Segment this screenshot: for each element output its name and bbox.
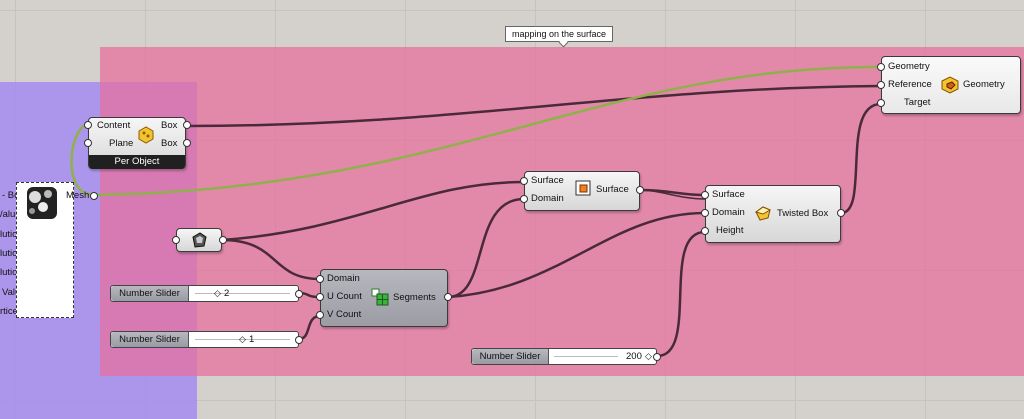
surface-output[interactable]: Surface <box>596 184 629 196</box>
height-slider-grip[interactable] <box>653 353 661 361</box>
per-object-component[interactable]: Content Plane Box Box Per Object <box>88 117 186 169</box>
v-count-slider-grip[interactable] <box>295 336 303 344</box>
target-input-grip[interactable] <box>877 99 885 107</box>
geometry-param-icon <box>192 232 207 248</box>
v-count-input[interactable]: V Count <box>327 309 361 321</box>
mesh-output-grip[interactable] <box>90 192 98 200</box>
wire-twisted-to-target <box>840 102 882 215</box>
surface-icon <box>575 180 591 196</box>
twisted-surface-grip[interactable] <box>701 191 709 199</box>
per-object-label: Per Object <box>89 155 185 169</box>
morph-geometry-output[interactable]: Geometry <box>963 79 1005 91</box>
box-morph-icon <box>941 76 959 94</box>
geometry-param-output-grip[interactable] <box>219 236 227 244</box>
u-count-slider[interactable]: Number Slider ◇ 2 <box>110 285 299 302</box>
domain-input-grip[interactable] <box>520 195 528 203</box>
box-output-1-grip[interactable] <box>183 121 191 129</box>
slider-handle-icon[interactable]: ◇ <box>645 349 652 364</box>
target-input[interactable]: Target <box>904 97 930 109</box>
reference-input-grip[interactable] <box>877 81 885 89</box>
twisted-domain-grip[interactable] <box>701 209 709 217</box>
height-grip[interactable] <box>701 227 709 235</box>
plane-input-grip[interactable] <box>84 139 92 147</box>
wire-slider3-to-height <box>656 230 706 358</box>
slider-handle-icon[interactable]: ◇ <box>239 332 246 347</box>
wire-segments-to-surface-domain <box>447 197 525 299</box>
twisted-box-icon <box>754 206 772 221</box>
v-count-slider[interactable]: Number Slider ◇ 1 <box>110 331 299 348</box>
segments-icon <box>371 288 389 306</box>
u-count-grip[interactable] <box>316 293 324 301</box>
wire-geometry-to-segments <box>221 238 321 281</box>
slider-value: 2 <box>224 288 230 299</box>
reference-input[interactable]: Reference <box>888 79 932 91</box>
surface-component[interactable]: Surface Domain Surface <box>524 171 640 211</box>
twisted-surface-input[interactable]: Surface <box>712 189 745 201</box>
slider-label: Number Slider <box>111 286 189 301</box>
height-slider[interactable]: Number Slider 200 ◇ <box>471 348 657 365</box>
plane-input[interactable]: Plane <box>109 138 133 150</box>
mesh-output[interactable]: Mesh <box>66 190 89 202</box>
segments-output[interactable]: Segments <box>393 292 436 304</box>
slider-handle-icon[interactable]: ◇ <box>214 286 221 301</box>
v-count-grip[interactable] <box>316 311 324 319</box>
content-input-grip[interactable] <box>84 121 92 129</box>
surface-output-grip[interactable] <box>636 186 644 194</box>
content-input[interactable]: Content <box>97 120 130 132</box>
surface-input[interactable]: Surface <box>531 175 564 187</box>
slider-label: Number Slider <box>111 332 189 347</box>
slider-value: 1 <box>249 334 255 345</box>
box-output-1[interactable]: Box <box>161 120 177 132</box>
box-morph-component[interactable]: Geometry Reference Target Geometry <box>881 56 1021 114</box>
geometry-input-grip[interactable] <box>877 63 885 71</box>
u-count-input[interactable]: U Count <box>327 291 362 303</box>
u-count-slider-grip[interactable] <box>295 290 303 298</box>
box-output-2[interactable]: Box <box>161 138 177 150</box>
domain-input[interactable]: Domain <box>531 193 564 205</box>
segments-domain-input[interactable]: Domain <box>327 273 360 285</box>
segments-component[interactable]: Domain U Count V Count Segments <box>320 269 448 327</box>
segments-output-grip[interactable] <box>444 293 452 301</box>
wire-slider2-to-vcount <box>298 314 321 341</box>
height-input[interactable]: Height <box>716 225 743 237</box>
twisted-box-output-grip[interactable] <box>837 209 845 217</box>
surface-input-grip[interactable] <box>520 177 528 185</box>
twisted-box-output[interactable]: Twisted Box <box>777 208 828 220</box>
slider-label: Number Slider <box>472 349 549 364</box>
geometry-param-component[interactable] <box>176 228 222 252</box>
slider-value: 200 <box>626 351 642 362</box>
twisted-domain-input[interactable]: Domain <box>712 207 745 219</box>
wire-geometry-to-surface <box>221 180 525 242</box>
wire-mesh-to-geometry <box>93 65 882 197</box>
wire-box-to-reference <box>185 84 882 128</box>
box-per-object-icon <box>138 126 154 144</box>
twisted-box-component[interactable]: Surface Domain Height Twisted Box <box>705 185 841 243</box>
mesh-preview-panel[interactable] <box>16 182 74 318</box>
geometry-input[interactable]: Geometry <box>888 61 930 73</box>
wire-segments-to-twisted-domain <box>447 211 706 299</box>
geometry-param-input-grip[interactable] <box>172 236 180 244</box>
mesh-preview-image <box>27 187 57 219</box>
box-output-2-grip[interactable] <box>183 139 191 147</box>
segments-domain-grip[interactable] <box>316 275 324 283</box>
